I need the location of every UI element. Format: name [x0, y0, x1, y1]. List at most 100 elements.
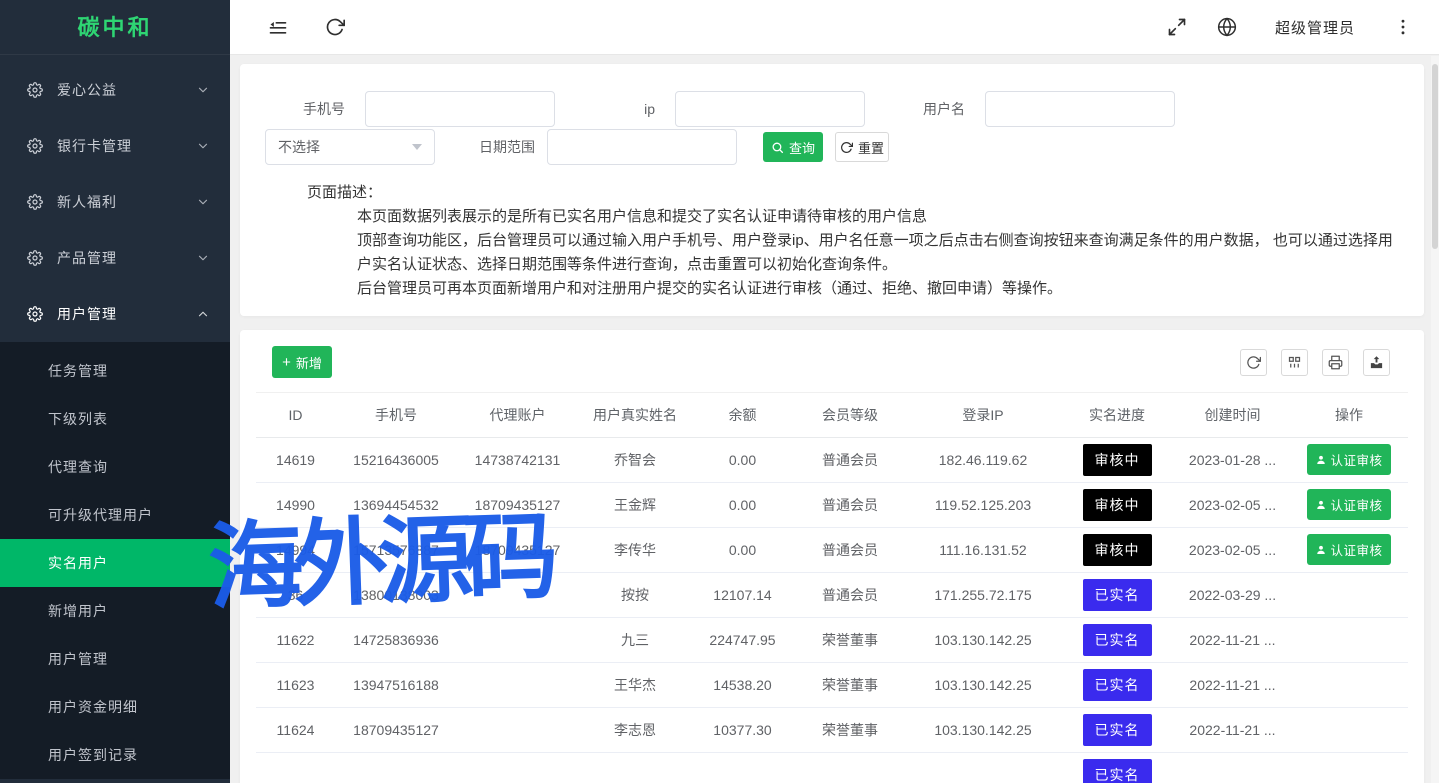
query-button[interactable]: 查询 [763, 132, 823, 162]
table-cell-actions: 认证审核 [1290, 527, 1408, 572]
select-caret-icon [412, 144, 422, 150]
table-cell: 14990 [256, 482, 335, 527]
table-cell-status: 已实名 [1059, 662, 1175, 707]
sidebar-submenu-item[interactable]: 实名用户 [0, 539, 230, 587]
table-cell: 荣誉董事 [793, 662, 907, 707]
chevron-down-icon [196, 251, 210, 265]
sidebar-menu-item[interactable]: 用户管理 [0, 286, 230, 342]
table-cell: 乔智会 [578, 437, 692, 482]
table-cell-status: 审核中 [1059, 527, 1175, 572]
sidebar-menu-item[interactable]: 银行卡管理 [0, 118, 230, 174]
menu-item-label: 用户管理 [57, 304, 196, 324]
table-row: 1162418709435127李志恩10377.30荣誉董事103.130.1… [256, 707, 1408, 752]
sidebar-submenu-item[interactable]: 用户管理 [0, 635, 230, 683]
column-toggle-button[interactable] [1281, 349, 1308, 376]
sidebar-menu-item[interactable]: 产品管理 [0, 230, 230, 286]
gear-icon [27, 194, 43, 210]
status-badge: 审核中 [1083, 444, 1152, 476]
table-cell-status: 已实名 [1059, 572, 1175, 617]
scrollbar-track[interactable] [1431, 56, 1439, 783]
table-cell-status: 审核中 [1059, 437, 1175, 482]
audit-button[interactable]: 认证审核 [1307, 444, 1390, 475]
phone-label: 手机号 [265, 99, 345, 119]
table-cell: 11623 [256, 662, 335, 707]
table-cell-actions [1290, 617, 1408, 662]
sidebar-submenu-item[interactable]: 下级列表 [0, 395, 230, 443]
table-cell: 15713576887 [335, 527, 457, 572]
admin-user-menu[interactable]: 超级管理员 [1267, 17, 1363, 38]
language-globe-icon[interactable] [1217, 17, 1237, 37]
more-kebab-icon[interactable] [1393, 17, 1413, 37]
sidebar-nav: 爱心公益银行卡管理新人福利产品管理用户管理任务管理下级列表代理查询可升级代理用户… [0, 55, 230, 779]
phone-input[interactable] [365, 91, 555, 127]
table-cell: 普通会员 [793, 437, 907, 482]
table-cell: 14994 [256, 527, 335, 572]
status-badge: 已实名 [1083, 759, 1152, 783]
table-cell: 0.00 [692, 437, 793, 482]
refresh-page-icon[interactable] [325, 17, 345, 37]
column-header: 操作 [1290, 393, 1408, 437]
table-cell-created: 2022-11-21 ... [1175, 617, 1290, 662]
table-cell: 15216436005 [335, 437, 457, 482]
fullscreen-icon[interactable] [1167, 17, 1187, 37]
sidebar-menu-item[interactable]: 爱心公益 [0, 62, 230, 118]
table-cell: 14738742131 [457, 437, 578, 482]
print-button[interactable] [1322, 349, 1349, 376]
export-icon [1369, 355, 1384, 370]
status-select-value: 不选择 [278, 137, 320, 157]
export-button[interactable] [1363, 349, 1390, 376]
audit-button[interactable]: 认证审核 [1307, 534, 1390, 565]
table-cell: 按按 [578, 572, 692, 617]
refresh-icon [1246, 355, 1261, 370]
sidebar-submenu-item[interactable]: 可升级代理用户 [0, 491, 230, 539]
audit-button[interactable]: 认证审核 [1307, 489, 1390, 520]
sidebar-collapse-icon[interactable] [268, 17, 288, 37]
table-toolbar: + 新增 [256, 344, 1408, 393]
reset-button[interactable]: 重置 [835, 132, 889, 162]
column-header: ID [256, 393, 335, 437]
table-cell: 九三 [578, 617, 692, 662]
table-refresh-button[interactable] [1240, 349, 1267, 376]
table-header-row: ID手机号代理账户用户真实姓名余额会员等级登录IP实名进度创建时间操作 [256, 393, 1408, 437]
table-cell: 王金辉 [578, 482, 692, 527]
sidebar-submenu-item[interactable]: 新增用户 [0, 587, 230, 635]
table-cell [457, 707, 578, 752]
table-cell-created: 2022-11-21 ... [1175, 707, 1290, 752]
page-description: 页面描述： 本页面数据列表展示的是所有已实名用户信息和提交了实名认证申请待审核的… [307, 181, 1399, 301]
table-cell-created [1175, 752, 1290, 783]
table-cell: 14538.20 [692, 662, 793, 707]
sidebar-submenu-item[interactable]: 代理查询 [0, 443, 230, 491]
sidebar-submenu-item[interactable]: 用户资金明细 [0, 683, 230, 731]
sidebar-submenu-item[interactable]: 任务管理 [0, 347, 230, 395]
table-cell: 荣誉董事 [793, 617, 907, 662]
column-header: 代理账户 [457, 393, 578, 437]
table-cell [457, 752, 578, 783]
status-select[interactable]: 不选择 [265, 129, 435, 165]
users-table: ID手机号代理账户用户真实姓名余额会员等级登录IP实名进度创建时间操作 1461… [256, 393, 1408, 783]
username-input[interactable] [985, 91, 1175, 127]
sidebar-menu-item[interactable]: 新人福利 [0, 174, 230, 230]
reset-refresh-icon [840, 141, 853, 154]
table-cell: 李志恩 [578, 707, 692, 752]
table-cell: 12107.14 [692, 572, 793, 617]
table-cell: 0.00 [692, 482, 793, 527]
table-cell-actions [1290, 662, 1408, 707]
chevron-down-icon [196, 195, 210, 209]
table-cell: 10377.30 [692, 707, 793, 752]
sidebar-submenu-item[interactable]: 用户签到记录 [0, 731, 230, 779]
chevron-down-icon [196, 83, 210, 97]
table-card: + 新增 [240, 330, 1424, 783]
date-range-input[interactable] [547, 129, 737, 165]
table-cell-created: 2022-11-21 ... [1175, 662, 1290, 707]
description-title: 页面描述： [307, 181, 1399, 205]
column-header: 用户真实姓名 [578, 393, 692, 437]
scrollbar-thumb[interactable] [1432, 64, 1438, 249]
topbar: 超级管理员 [230, 0, 1439, 55]
ip-input[interactable] [675, 91, 865, 127]
table-cell: 224747.95 [692, 617, 793, 662]
table-cell-status: 已实名 [1059, 752, 1175, 783]
table-cell: 14619 [256, 437, 335, 482]
description-line: 本页面数据列表展示的是所有已实名用户信息和提交了实名认证申请待审核的用户信息 [357, 205, 1399, 229]
table-cell [457, 617, 578, 662]
add-user-button[interactable]: + 新增 [272, 346, 332, 378]
